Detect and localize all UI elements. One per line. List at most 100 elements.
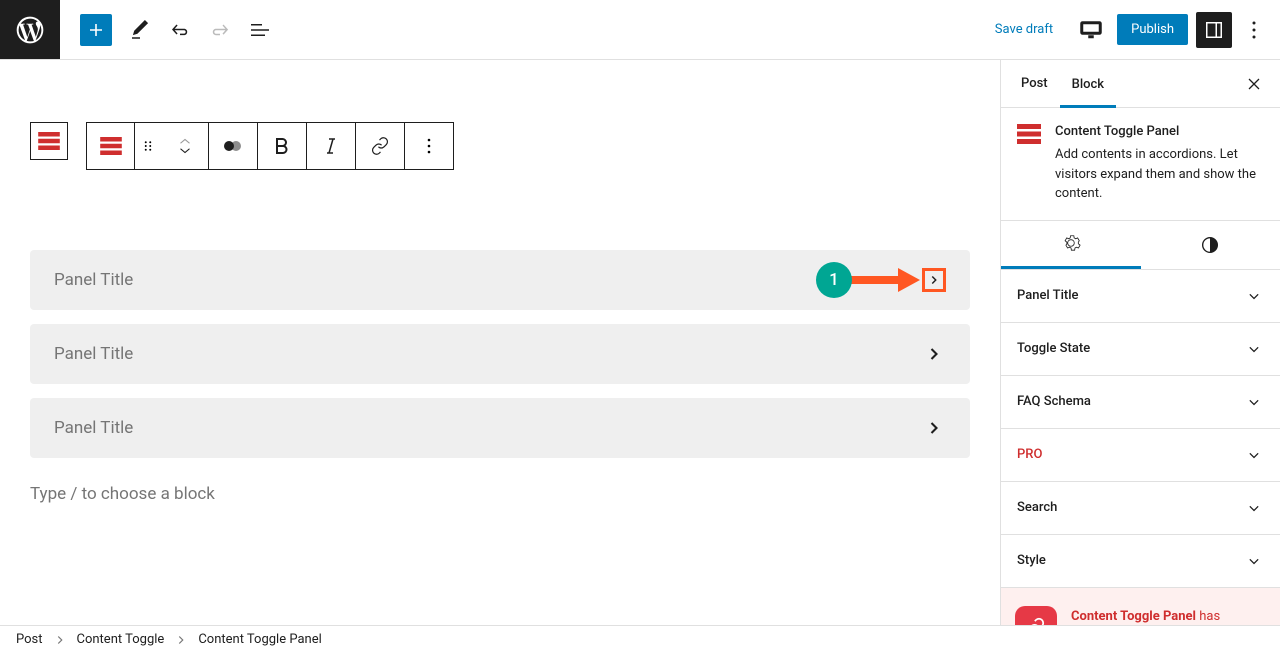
chevron-down-icon: [1244, 286, 1264, 306]
settings-panel-toggle[interactable]: [1196, 12, 1232, 48]
content-area: Panel Title 1 Panel Title Panel Tit: [0, 120, 1000, 516]
move-buttons[interactable]: [161, 123, 209, 169]
publish-button[interactable]: Publish: [1117, 14, 1188, 45]
chevron-up-icon: [176, 136, 194, 146]
close-sidebar-button[interactable]: [1236, 66, 1272, 102]
plus-icon: [84, 18, 108, 42]
block-appender[interactable]: Type / to choose a block: [30, 472, 970, 516]
breadcrumb-item[interactable]: Content Toggle Panel: [198, 632, 321, 647]
accordion-icon: [38, 132, 60, 150]
block-toolbar: [86, 122, 454, 170]
accordion-panel[interactable]: Panel Title: [30, 398, 970, 458]
tab-post[interactable]: Post: [1009, 60, 1060, 107]
panel-title-input[interactable]: Panel Title: [54, 344, 133, 364]
save-draft-button[interactable]: Save draft: [983, 14, 1065, 45]
section-label: Panel Title: [1017, 288, 1079, 303]
panel-toggle-chevron[interactable]: [922, 268, 946, 292]
section-label: Style: [1017, 553, 1046, 568]
pro-upsell-icon: [1015, 606, 1057, 626]
top-toolbar: Save draft Publish: [0, 0, 1280, 60]
chevron-right-icon: [927, 270, 941, 290]
pro-upsell-text: Content Toggle Panel has PRO enhancement…: [1071, 607, 1220, 625]
block-info-description: Add contents in accordions. Let visitors…: [1055, 145, 1264, 204]
preview-button[interactable]: [1073, 12, 1109, 48]
desktop-icon: [1079, 18, 1103, 42]
more-formatting-button[interactable]: [405, 123, 453, 169]
sidebar-tabs: Post Block: [1001, 60, 1280, 108]
annotation-marker: 1: [816, 262, 920, 298]
breadcrumb-item[interactable]: Post: [16, 632, 43, 647]
panel-title-input[interactable]: Panel Title: [54, 270, 133, 290]
add-block-button[interactable]: [80, 14, 112, 46]
close-icon: [1244, 74, 1264, 94]
accordion-panel[interactable]: Panel Title: [30, 324, 970, 384]
main-layout: Panel Title 1 Panel Title Panel Tit: [0, 60, 1280, 625]
chevron-right-icon: [174, 633, 188, 647]
block-info-title: Content Toggle Panel: [1055, 124, 1264, 139]
accordion-icon: [1017, 124, 1041, 144]
block-floating-toolbar: [30, 122, 454, 170]
settings-sidebar: Post Block Content Toggle Panel Add cont…: [1000, 60, 1280, 625]
sidebar-icon: [1202, 18, 1226, 42]
link-button[interactable]: [356, 123, 405, 169]
block-info-text: Content Toggle Panel Add contents in acc…: [1055, 124, 1264, 204]
section-label: PRO: [1017, 447, 1042, 462]
more-options-button[interactable]: [1240, 12, 1268, 48]
section-pro[interactable]: PRO: [1001, 429, 1280, 482]
chevron-right-icon: [924, 418, 944, 438]
chevron-down-icon: [1244, 339, 1264, 359]
parent-block-selector[interactable]: [30, 122, 68, 160]
link-icon: [368, 134, 392, 158]
bold-icon: [270, 134, 294, 158]
gear-icon: [1060, 232, 1082, 254]
panel-toggle-chevron[interactable]: [922, 416, 946, 440]
list-view-icon: [248, 18, 272, 42]
chevron-down-icon: [176, 146, 194, 156]
wordpress-icon: [14, 14, 46, 46]
redo-button[interactable]: [202, 12, 238, 48]
editor-area: Panel Title 1 Panel Title Panel Tit: [0, 60, 1000, 625]
chevron-down-icon: [1244, 498, 1264, 518]
drag-handle[interactable]: [135, 123, 161, 169]
subtab-styles[interactable]: [1141, 221, 1280, 269]
toolbar-right: Save draft Publish: [983, 12, 1280, 48]
pencil-icon: [128, 18, 152, 42]
annotation-badge: 1: [816, 262, 852, 298]
align-icon: [221, 134, 245, 158]
section-style[interactable]: Style: [1001, 535, 1280, 588]
undo-icon: [168, 18, 192, 42]
section-search[interactable]: Search: [1001, 482, 1280, 535]
block-type-button[interactable]: [87, 123, 135, 169]
wordpress-logo[interactable]: [0, 0, 60, 59]
block-breadcrumb: Post Content Toggle Content Toggle Panel: [0, 625, 1280, 653]
breadcrumb-item[interactable]: Content Toggle: [77, 632, 165, 647]
undo-button[interactable]: [162, 12, 198, 48]
align-button[interactable]: [209, 123, 258, 169]
section-label: FAQ Schema: [1017, 394, 1091, 409]
chevron-right-icon: [924, 344, 944, 364]
tab-block[interactable]: Block: [1060, 61, 1116, 108]
accordion-panel[interactable]: Panel Title 1: [30, 250, 970, 310]
block-info-icon: [1017, 124, 1041, 204]
section-faq-schema[interactable]: FAQ Schema: [1001, 376, 1280, 429]
annotation-arrow-icon: [848, 268, 920, 292]
more-vertical-icon: [1242, 18, 1266, 42]
edit-mode-button[interactable]: [122, 12, 158, 48]
section-panel-title[interactable]: Panel Title: [1001, 270, 1280, 323]
section-toggle-state[interactable]: Toggle State: [1001, 323, 1280, 376]
document-outline-button[interactable]: [242, 12, 278, 48]
more-vertical-icon: [417, 134, 441, 158]
accordion-icon: [100, 137, 122, 155]
pro-upsell-box[interactable]: Content Toggle Panel has PRO enhancement…: [1001, 588, 1280, 626]
italic-button[interactable]: [307, 123, 356, 169]
chevron-right-icon: [53, 633, 67, 647]
panel-toggle-chevron[interactable]: [922, 342, 946, 366]
subtab-settings[interactable]: [1001, 221, 1141, 269]
block-info: Content Toggle Panel Add contents in acc…: [1001, 108, 1280, 221]
chevron-down-icon: [1244, 445, 1264, 465]
italic-icon: [319, 134, 343, 158]
section-label: Search: [1017, 500, 1057, 515]
bold-button[interactable]: [258, 123, 307, 169]
panel-title-input[interactable]: Panel Title: [54, 418, 133, 438]
redo-icon: [208, 18, 232, 42]
